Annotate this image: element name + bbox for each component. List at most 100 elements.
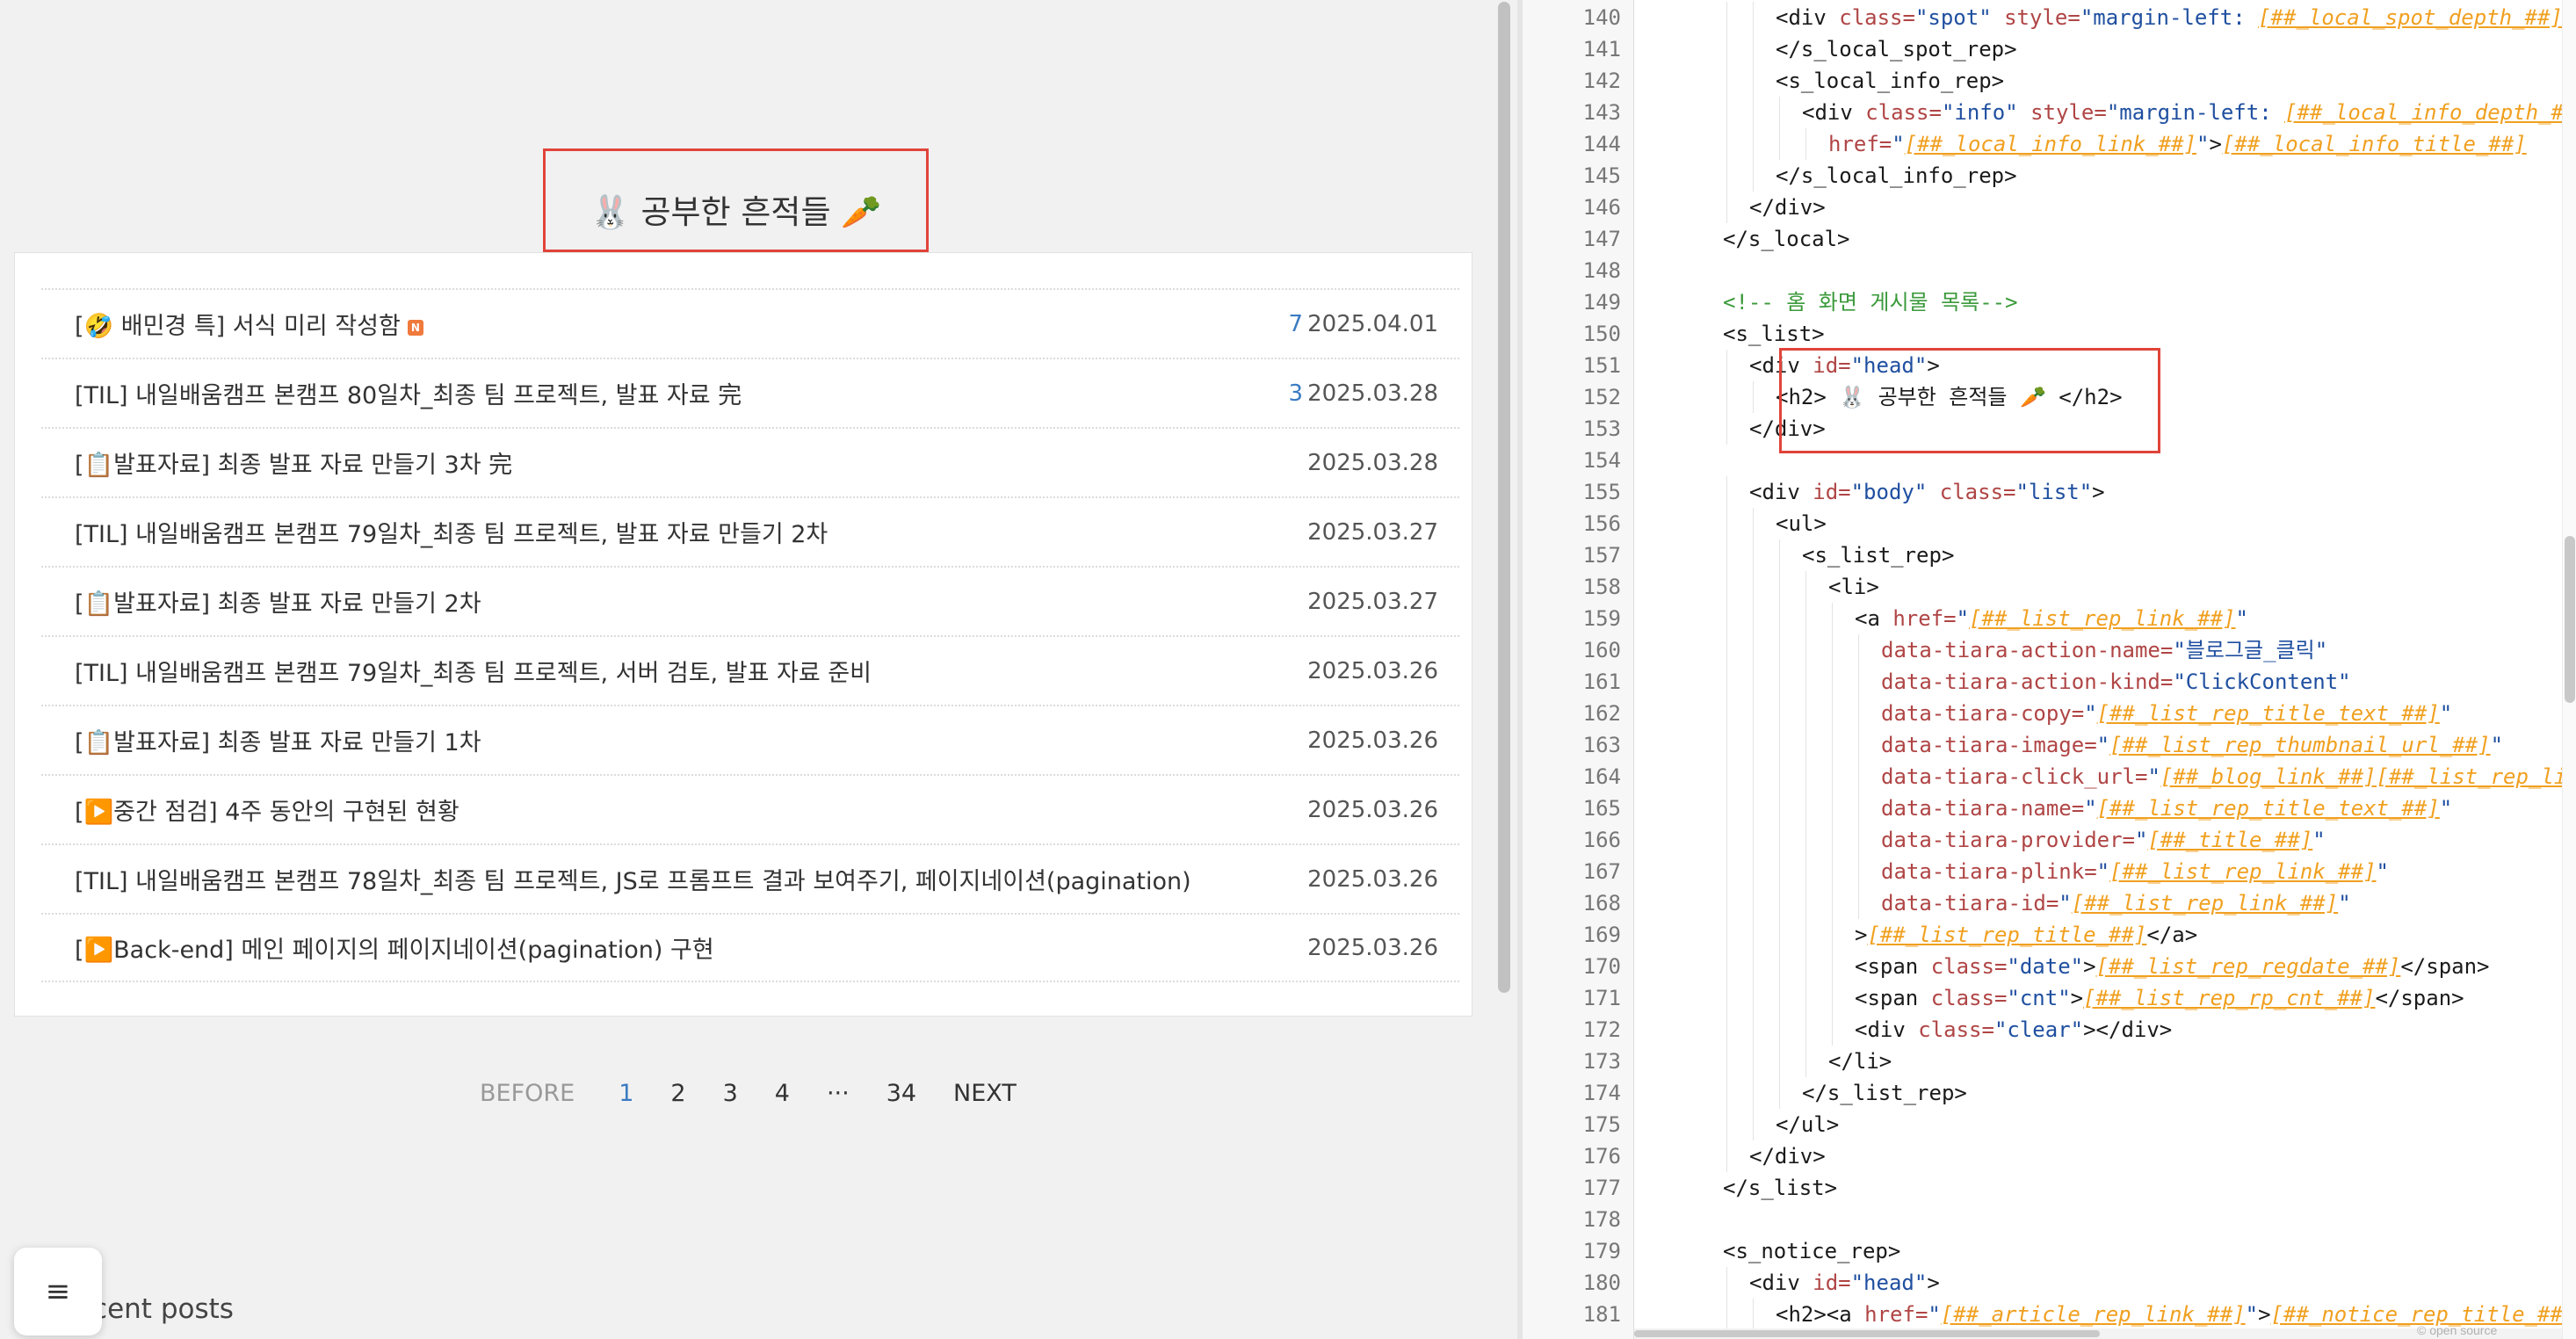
code-line[interactable]: <s_local_info_rep> (1776, 65, 2004, 97)
code-token: [##_blog_link_##][##_list_rep_link_##] (2160, 764, 2576, 789)
pagination-next-button[interactable]: NEXT (953, 1080, 1017, 1107)
line-number: 163 (1582, 733, 1621, 757)
code-line[interactable]: <ul> (1776, 508, 1827, 539)
post-list-item[interactable]: [📋발표자료] 최종 발표 자료 만들기 1차 2025.03.26 (41, 705, 1459, 774)
code-line[interactable]: >[##_list_rep_title_##]</a> (1855, 919, 2197, 951)
line-number-gutter: 140 141 142 143 144 145 146 147 148 149 150 151 152 1… (1523, 0, 1634, 1339)
code-line[interactable]: <div class="clear"></div> (1855, 1014, 2172, 1046)
code-line[interactable]: data-tiara-name="[##_list_rep_title_text… (1881, 793, 2452, 824)
code-line[interactable]: data-tiara-id="[##_list_rep_link_##]" (1881, 887, 2351, 919)
preview-scrollbar[interactable] (1491, 0, 1517, 1339)
code-line[interactable]: data-tiara-image="[##_list_rep_thumbnail… (1881, 729, 2503, 761)
code-line[interactable]: data-tiara-click_url="[##_blog_link_##][… (1881, 761, 2576, 793)
indent-guide (1726, 1140, 1727, 1172)
code-line[interactable]: href="[##_local_info_link_##]">[##_local… (1828, 128, 2527, 160)
code-line[interactable]: data-tiara-action-kind="ClickContent" (1881, 666, 2351, 698)
code-token: > (1855, 923, 1868, 947)
code-line[interactable]: data-tiara-provider="[##_title_##]" (1881, 824, 2326, 856)
code-token: "margin-left: (2080, 5, 2259, 30)
code-line[interactable]: <span class="cnt">[##_list_rep_rp_cnt_##… (1855, 982, 2464, 1014)
code-line[interactable]: </s_local_info_rep> (1776, 160, 2017, 192)
code-line[interactable]: <li> (1828, 571, 1879, 603)
code-line[interactable]: <div id="body" class="list"> (1749, 476, 2105, 508)
code-line[interactable]: <s_notice_rep> (1723, 1235, 1900, 1267)
post-title-link[interactable]: [📋발표자료] 최종 발표 자료 만들기 3차 完 (75, 445, 512, 480)
pagination-page-3[interactable]: 3 (723, 1080, 738, 1107)
code-token: [##_local_info_title_##] (2221, 132, 2527, 156)
post-list-item[interactable]: [📋발표자료] 최종 발표 자료 만들기 2차 2025.03.27 (41, 566, 1459, 635)
pagination-before-button[interactable]: BEFORE (480, 1080, 575, 1107)
code-editor[interactable]: 140 141 142 143 144 145 146 147 148 149 150 151 152 1… (1523, 0, 2576, 1339)
code-line[interactable]: <s_list_rep> (1802, 539, 1954, 571)
line-number: 152 (1582, 385, 1621, 409)
indent-guide (1753, 856, 1754, 887)
pagination-page-2[interactable]: 2 (670, 1080, 685, 1107)
post-list-item[interactable]: [TIL] 내일배움캠프 본캠프 79일차_최종 팀 프로젝트, 서버 검토, … (41, 635, 1459, 705)
pagination-page-5[interactable]: ··· (827, 1080, 850, 1107)
code-line[interactable]: <div class="info" style="margin-left: [#… (1802, 97, 2576, 128)
menu-icon[interactable]: ≡ (14, 1248, 102, 1335)
post-title-link[interactable]: [TIL] 내일배움캠프 본캠프 78일차_최종 팀 프로젝트, JS로 프롬프… (75, 862, 1191, 896)
code-line[interactable]: </s_list> (1723, 1172, 1837, 1204)
pagination-page-1[interactable]: 1 (619, 1080, 633, 1107)
code-line[interactable]: <div id="head"> (1749, 1267, 1940, 1299)
post-title-link[interactable]: [📋발표자료] 최종 발표 자료 만들기 2차 (75, 584, 481, 619)
indent-guide (1753, 887, 1754, 919)
post-title-link[interactable]: [▶️Back-end] 메인 페이지의 페이지네이션(pagination) … (75, 930, 714, 965)
code-token: " (2084, 796, 2097, 821)
post-title-link[interactable]: [TIL] 내일배움캠프 본캠프 79일차_최종 팀 프로젝트, 발표 자료 만… (75, 515, 828, 549)
code-token: id= (1813, 1270, 1851, 1295)
code-token: " (2312, 828, 2326, 852)
post-list-item[interactable]: [🤣 배민경 특] 서식 미리 작성함 N 7 2025.04.01 (41, 288, 1459, 358)
post-list-item[interactable]: [TIL] 내일배움캠프 본캠프 80일차_최종 팀 프로젝트, 발표 자료 完… (41, 358, 1459, 427)
code-line[interactable]: <s_list> (1723, 318, 1825, 350)
post-title-link[interactable]: [📋발표자료] 최종 발표 자료 만들기 1차 (75, 723, 481, 757)
post-list-item[interactable]: [📋발표자료] 최종 발표 자료 만들기 3차 完 2025.03.28 (41, 427, 1459, 496)
post-list-item[interactable]: [▶️Back-end] 메인 페이지의 페이지네이션(pagination) … (41, 913, 1459, 982)
post-title-link[interactable]: [TIL] 내일배움캠프 본캠프 79일차_최종 팀 프로젝트, 서버 검토, … (75, 654, 872, 688)
post-title-link[interactable]: [▶️중간 점검] 4주 동안의 구현된 현황 (75, 793, 459, 827)
code-token: " (2490, 733, 2504, 757)
code-line[interactable]: </li> (1828, 1046, 1892, 1077)
code-token: </div> (1749, 195, 1826, 220)
preview-scrollbar-thumb[interactable] (1498, 2, 1510, 993)
pagination-page-6[interactable]: 34 (886, 1080, 916, 1107)
editor-scrollbar-thumb[interactable] (2565, 536, 2575, 703)
editor-scrollbar[interactable] (2562, 0, 2576, 1339)
code-line[interactable]: <a href="[##_list_rep_link_##]" (1855, 603, 2248, 634)
code-line[interactable]: data-tiara-action-name="블로그글_클릭" (1881, 634, 2327, 666)
indent-guide (1726, 350, 1727, 381)
code-line[interactable]: </s_local_spot_rep> (1776, 33, 2017, 65)
post-list-item[interactable]: [TIL] 내일배움캠프 본캠프 78일차_최종 팀 프로젝트, JS로 프롬프… (41, 843, 1459, 913)
code-line[interactable]: data-tiara-copy="[##_list_rep_title_text… (1881, 698, 2452, 729)
post-list-item[interactable]: [▶️중간 점검] 4주 동안의 구현된 현황 2025.03.26 (41, 774, 1459, 843)
code-line[interactable]: </s_local> (1723, 223, 1850, 255)
indent-guide (1779, 982, 1780, 1014)
code-token: class= (1918, 1017, 1994, 1042)
post-title-link[interactable]: [🤣 배민경 특] 서식 미리 작성함 N (75, 307, 423, 341)
editor-horizontal-scrollbar-thumb[interactable] (1634, 1330, 2100, 1337)
code-line[interactable]: </ul> (1776, 1109, 1839, 1140)
pagination-page-4[interactable]: 4 (775, 1080, 790, 1107)
indent-guide (1805, 951, 1806, 982)
code-line[interactable]: <span class="date">[##_list_rep_regdate_… (1855, 951, 2490, 982)
code-line[interactable]: <div class="spot" style="margin-left: [#… (1776, 2, 2563, 33)
code-token: href= (1892, 606, 1957, 631)
post-title-link[interactable]: [TIL] 내일배움캠프 본캠프 80일차_최종 팀 프로젝트, 발표 자료 完 (75, 376, 742, 410)
code-line[interactable]: data-tiara-plink="[##_list_rep_link_##]" (1881, 856, 2389, 887)
code-token: "spot" (1914, 5, 2005, 30)
indent-guide (1805, 698, 1806, 729)
indent-guide (1753, 951, 1754, 982)
code-line[interactable]: <!-- 홈 화면 게시물 목록--> (1723, 286, 2018, 318)
indent-guide (1805, 634, 1806, 666)
post-list-item[interactable]: [TIL] 내일배움캠프 본캠프 79일차_최종 팀 프로젝트, 발표 자료 만… (41, 496, 1459, 566)
code-line[interactable]: </s_list_rep> (1802, 1077, 1967, 1109)
list-heading-highlight: 🐰 공부한 흔적들 🥕 (543, 148, 929, 252)
code-line[interactable]: </div> (1749, 1140, 1826, 1172)
indent-guide (1726, 856, 1727, 887)
code-token: > (2209, 132, 2222, 156)
line-number: 164 (1582, 764, 1621, 789)
code-line[interactable]: </div> (1749, 192, 1826, 223)
indent-guide (1779, 919, 1780, 951)
indent-guide (1832, 951, 1833, 982)
